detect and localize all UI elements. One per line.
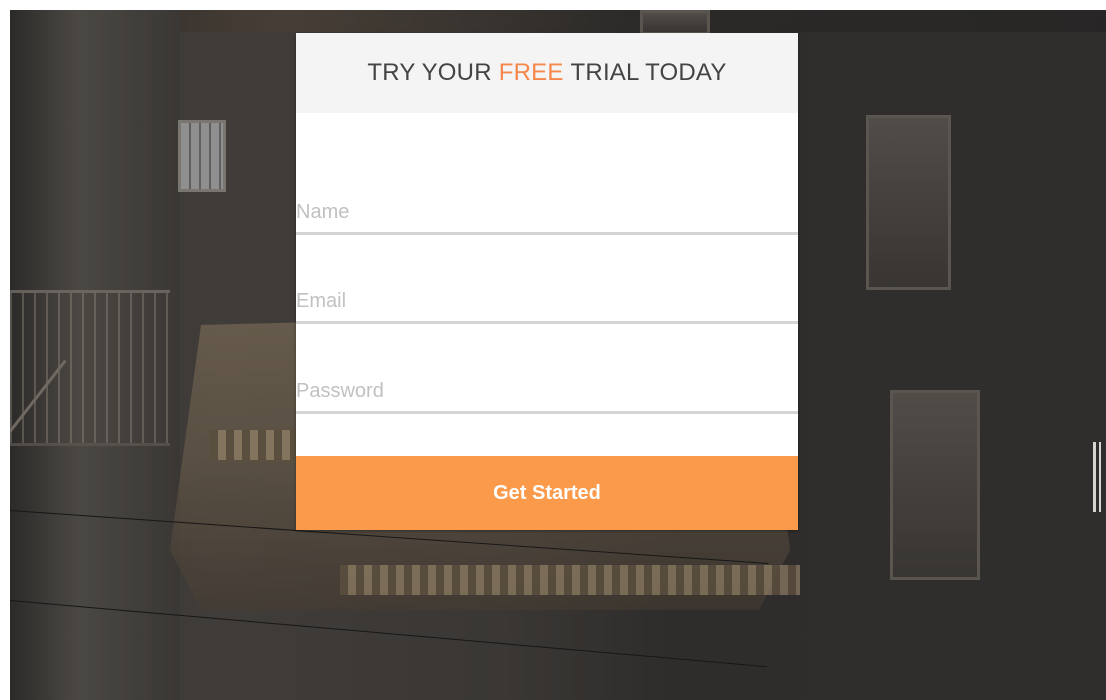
- password-field[interactable]: [296, 371, 798, 414]
- form-title-prefix: TRY YOUR: [367, 59, 492, 86]
- background-cornice-detail: [340, 565, 800, 595]
- form-title-suffix: TRIAL TODAY: [570, 59, 727, 86]
- get-started-button[interactable]: Get Started: [296, 456, 798, 530]
- free-trial-form: TRY YOUR FREE TRIAL TODAY Get Started: [296, 33, 798, 530]
- form-title-accent: FREE: [498, 59, 564, 86]
- form-title: TRY YOUR FREE TRIAL TODAY: [296, 33, 798, 113]
- background-window: [890, 390, 980, 580]
- background-fire-escape: [10, 290, 170, 446]
- background-edge-mark: [1093, 442, 1101, 512]
- background-window: [178, 120, 226, 192]
- background-window: [866, 115, 951, 290]
- name-field[interactable]: [296, 192, 798, 235]
- background-window: [640, 10, 710, 35]
- email-field[interactable]: [296, 281, 798, 324]
